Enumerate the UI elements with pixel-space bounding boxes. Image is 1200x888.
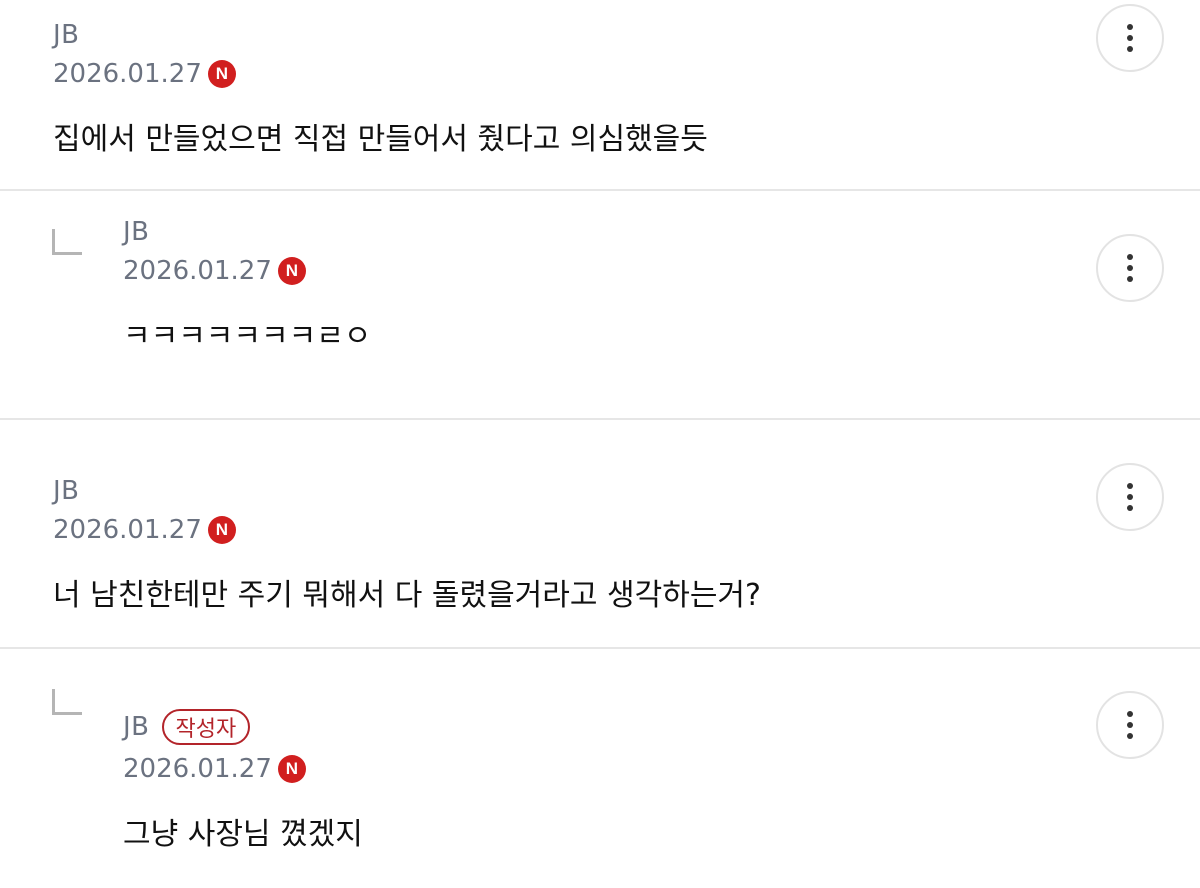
author-name[interactable]: JB — [123, 712, 150, 742]
more-dot — [1127, 722, 1133, 728]
reply-item: JB 작성자 2026.01.27 N 그냥 사장님 꼈겠지 — [0, 649, 1200, 888]
comment-text: 그냥 사장님 꼈겠지 — [123, 817, 363, 852]
reply-arrow-icon — [52, 689, 82, 715]
more-options-button[interactable] — [1096, 463, 1164, 531]
comment-text: 너 남친한테만 주기 뭐해서 다 돌렸을거라고 생각하는거? — [53, 578, 761, 613]
comment-body: JB 2026.01.27 N ㅋㅋㅋㅋㅋㅋㅋㄹㅇ — [123, 215, 371, 355]
comment-text: ㅋㅋㅋㅋㅋㅋㅋㄹㅇ — [123, 319, 372, 354]
author-name[interactable]: JB — [53, 20, 80, 50]
more-dot — [1127, 505, 1133, 511]
author-row: JB — [53, 18, 708, 52]
new-badge-icon: N — [207, 516, 236, 544]
more-dot — [1127, 494, 1133, 500]
author-name[interactable]: JB — [123, 217, 150, 247]
author-row: JB 작성자 — [123, 707, 363, 747]
more-vertical-icon — [1127, 254, 1133, 260]
date-row: 2026.01.27 N — [53, 56, 708, 92]
author-row: JB — [53, 474, 761, 508]
reply-arrow-icon — [52, 229, 82, 255]
date-row: 2026.01.27 N — [53, 512, 761, 548]
more-dot — [1127, 276, 1133, 282]
more-dot — [1127, 733, 1133, 739]
new-badge-icon: N — [277, 755, 306, 783]
date-row: 2026.01.27 N — [123, 253, 371, 289]
comment-body: JB 작성자 2026.01.27 N 그냥 사장님 꼈겠지 — [123, 707, 363, 853]
comment-date: 2026.01.27 — [53, 59, 202, 89]
date-row: 2026.01.27 N — [123, 751, 363, 787]
comment-body: JB 2026.01.27 N 너 남친한테만 주기 뭐해서 다 돌렸을거라고 … — [53, 474, 761, 614]
comment-date: 2026.01.27 — [123, 256, 272, 286]
more-dot — [1127, 46, 1133, 52]
comment-item: JB 2026.01.27 N 집에서 만들었으면 직접 만들어서 줬다고 의심… — [0, 0, 1200, 191]
comment-date: 2026.01.27 — [53, 515, 202, 545]
more-dot — [1127, 265, 1133, 271]
more-dot — [1127, 35, 1133, 41]
author-name[interactable]: JB — [53, 476, 80, 506]
comment-item: JB 2026.01.27 N 너 남친한테만 주기 뭐해서 다 돌렸을거라고 … — [0, 420, 1200, 649]
new-badge-icon: N — [207, 60, 236, 88]
author-row: JB — [123, 215, 371, 249]
reply-item: JB 2026.01.27 N ㅋㅋㅋㅋㅋㅋㅋㄹㅇ — [0, 191, 1200, 420]
comment-body: JB 2026.01.27 N 집에서 만들었으면 직접 만들어서 줬다고 의심… — [53, 18, 708, 158]
more-vertical-icon — [1127, 483, 1133, 489]
more-options-button[interactable] — [1096, 4, 1164, 72]
comment-date: 2026.01.27 — [123, 754, 272, 784]
more-options-button[interactable] — [1096, 234, 1164, 302]
writer-badge: 작성자 — [161, 709, 251, 745]
more-options-button[interactable] — [1096, 691, 1164, 759]
more-vertical-icon — [1127, 711, 1133, 717]
more-vertical-icon — [1127, 24, 1133, 30]
comment-text: 집에서 만들었으면 직접 만들어서 줬다고 의심했을듯 — [53, 122, 708, 157]
new-badge-icon: N — [277, 257, 306, 285]
